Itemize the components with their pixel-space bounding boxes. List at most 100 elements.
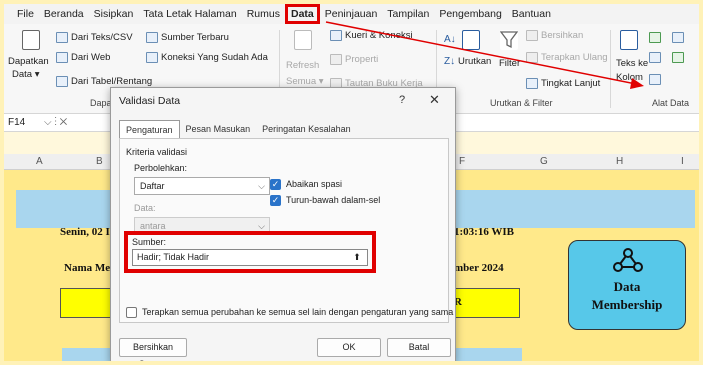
remove-duplicates-icon[interactable] bbox=[649, 52, 661, 63]
column-i[interactable]: I bbox=[681, 156, 684, 167]
get-data-dropdown[interactable]: Data ▾ bbox=[12, 69, 39, 80]
existing-connections-button[interactable]: Koneksi Yang Sudah Ada bbox=[146, 52, 268, 63]
data-tools-group-label: Alat Data bbox=[652, 98, 690, 108]
source-input[interactable]: Hadir; Tidak Hadir ⬆ bbox=[132, 249, 368, 266]
tab-settings[interactable]: Pengaturan bbox=[119, 120, 180, 138]
queries-icon bbox=[330, 30, 342, 41]
in-cell-dropdown-checkbox[interactable]: ✓ bbox=[270, 195, 281, 206]
month-cell[interactable]: mber 2024 bbox=[454, 262, 504, 274]
clear-filter-icon bbox=[526, 30, 538, 41]
advanced-filter-button[interactable]: Tingkat Lanjut bbox=[526, 78, 600, 89]
refresh-button[interactable]: Refresh bbox=[286, 60, 319, 71]
column-h[interactable]: H bbox=[616, 156, 623, 167]
menu-tata-letak[interactable]: Tata Letak Halaman bbox=[138, 4, 241, 24]
date-cell[interactable]: Senin, 02 I bbox=[60, 226, 110, 238]
column-g[interactable]: G bbox=[540, 156, 548, 167]
queries-connections-button[interactable]: Kueri & Koneksi bbox=[330, 30, 413, 41]
column-f[interactable]: F bbox=[459, 156, 465, 167]
from-table-label: Dari Tabel/Rentang bbox=[71, 76, 153, 87]
name-box[interactable]: F14 bbox=[8, 117, 25, 128]
clear-filter-label: Bersihkan bbox=[541, 30, 584, 41]
allow-value: Daftar bbox=[140, 181, 165, 191]
network-icon bbox=[613, 248, 643, 272]
menu-tampilan[interactable]: Tampilan bbox=[382, 4, 434, 24]
menu-peninjauan[interactable]: Peninjauan bbox=[320, 4, 383, 24]
tab-error-alert[interactable]: Peringatan Kesalahan bbox=[256, 120, 357, 138]
menu-bar: File Beranda Sisipkan Tata Letak Halaman… bbox=[4, 4, 699, 24]
connection-icon bbox=[146, 52, 158, 63]
menu-beranda[interactable]: Beranda bbox=[39, 4, 89, 24]
from-table-button[interactable]: Dari Tabel/Rentang bbox=[56, 76, 152, 87]
properties-icon bbox=[330, 54, 342, 65]
recent-icon bbox=[146, 32, 158, 43]
criteria-label: Kriteria validasi bbox=[126, 147, 188, 157]
database-icon bbox=[22, 30, 40, 50]
from-text-button[interactable]: Dari Teks/CSV bbox=[56, 32, 133, 43]
queries-connections-label: Kueri & Koneksi bbox=[345, 30, 413, 41]
tab-input-message[interactable]: Pesan Masukan bbox=[180, 120, 257, 138]
name-cell[interactable]: Nama Me bbox=[64, 262, 110, 274]
sort-icon bbox=[462, 30, 480, 50]
help-icon[interactable]: ? bbox=[399, 94, 405, 106]
menu-file[interactable]: File bbox=[12, 4, 39, 24]
from-text-label: Dari Teks/CSV bbox=[71, 32, 133, 43]
data-value: antara bbox=[140, 221, 166, 231]
filter-button[interactable]: Filter bbox=[499, 58, 520, 69]
properties-button[interactable]: Properti bbox=[330, 54, 378, 65]
cancel-button[interactable]: Batal bbox=[387, 338, 451, 357]
sort-filter-group-label: Urutkan & Filter bbox=[490, 98, 553, 108]
formula-controls[interactable]: ⌵ ⋮ ✕ bbox=[44, 117, 67, 128]
ribbon-divider bbox=[610, 30, 611, 108]
flash-fill-icon[interactable] bbox=[649, 32, 661, 43]
recent-sources-label: Sumber Terbaru bbox=[161, 32, 229, 43]
ignore-blank-checkbox[interactable]: ✓ bbox=[270, 179, 281, 190]
in-cell-dropdown-label: Turun-bawah dalam-sel bbox=[286, 195, 381, 205]
get-data-label[interactable]: Dapatkan bbox=[8, 56, 49, 67]
filter-icon bbox=[499, 30, 519, 50]
advanced-filter-label: Tingkat Lanjut bbox=[541, 78, 601, 89]
range-picker-icon[interactable]: ⬆ bbox=[351, 251, 363, 263]
apply-all-checkbox[interactable] bbox=[126, 307, 137, 318]
refresh-all-dropdown[interactable]: Semua ▾ bbox=[286, 76, 324, 87]
reapply-button[interactable]: Terapkan Ulang bbox=[526, 52, 608, 63]
from-web-button[interactable]: Dari Web bbox=[56, 52, 110, 63]
menu-pengembang[interactable]: Pengembang bbox=[434, 4, 506, 24]
existing-connections-label: Koneksi Yang Sudah Ada bbox=[161, 52, 268, 63]
properties-label: Properti bbox=[345, 54, 379, 65]
source-label: Sumber: bbox=[132, 237, 167, 247]
badge-title-line-2: Membership bbox=[591, 297, 663, 312]
reapply-icon bbox=[526, 52, 538, 63]
data-membership-badge[interactable]: Data Membership bbox=[568, 240, 686, 330]
sort-za-button[interactable]: Z↓ bbox=[444, 56, 455, 67]
text-to-columns-label-2: Kolom bbox=[616, 72, 643, 83]
time-cell[interactable]: 1:03:16 WIB bbox=[454, 226, 514, 238]
text-to-columns-icon bbox=[620, 30, 638, 50]
apply-all-label: Terapkan semua perubahan ke semua sel la… bbox=[142, 307, 454, 317]
source-value: Hadir; Tidak Hadir bbox=[137, 252, 210, 262]
recent-sources-button[interactable]: Sumber Terbaru bbox=[146, 32, 229, 43]
relationships-icon[interactable] bbox=[672, 52, 684, 63]
allow-label: Perbolehkan: bbox=[134, 163, 188, 173]
clear-all-button[interactable]: Bersihkan Semua bbox=[119, 338, 187, 365]
menu-data[interactable]: Data bbox=[284, 4, 320, 24]
clear-filter-button[interactable]: Bersihkan bbox=[526, 30, 583, 41]
sort-button[interactable]: Urutkan bbox=[458, 56, 491, 67]
text-to-columns-button[interactable]: Teks ke bbox=[616, 58, 648, 69]
close-icon[interactable]: ✕ bbox=[429, 92, 440, 108]
column-a[interactable]: A bbox=[36, 156, 43, 167]
reapply-label: Terapkan Ulang bbox=[541, 52, 608, 63]
dialog-title: Validasi Data bbox=[119, 95, 181, 107]
column-b[interactable]: B bbox=[96, 156, 103, 167]
menu-sisipkan[interactable]: Sisipkan bbox=[89, 4, 139, 24]
menu-bantuan[interactable]: Bantuan bbox=[507, 4, 556, 24]
sort-az-button[interactable]: A↓ bbox=[444, 34, 456, 45]
data-validation-icon[interactable] bbox=[649, 74, 661, 85]
chevron-down-icon: ⌵ bbox=[258, 181, 265, 191]
menu-rumus[interactable]: Rumus bbox=[242, 4, 285, 24]
consolidate-icon[interactable] bbox=[672, 32, 684, 43]
data-label: Data: bbox=[134, 203, 156, 213]
allow-select[interactable]: Daftar ⌵ bbox=[134, 177, 270, 195]
ok-button[interactable]: OK bbox=[317, 338, 381, 357]
file-icon bbox=[56, 32, 68, 43]
from-web-label: Dari Web bbox=[71, 52, 111, 63]
